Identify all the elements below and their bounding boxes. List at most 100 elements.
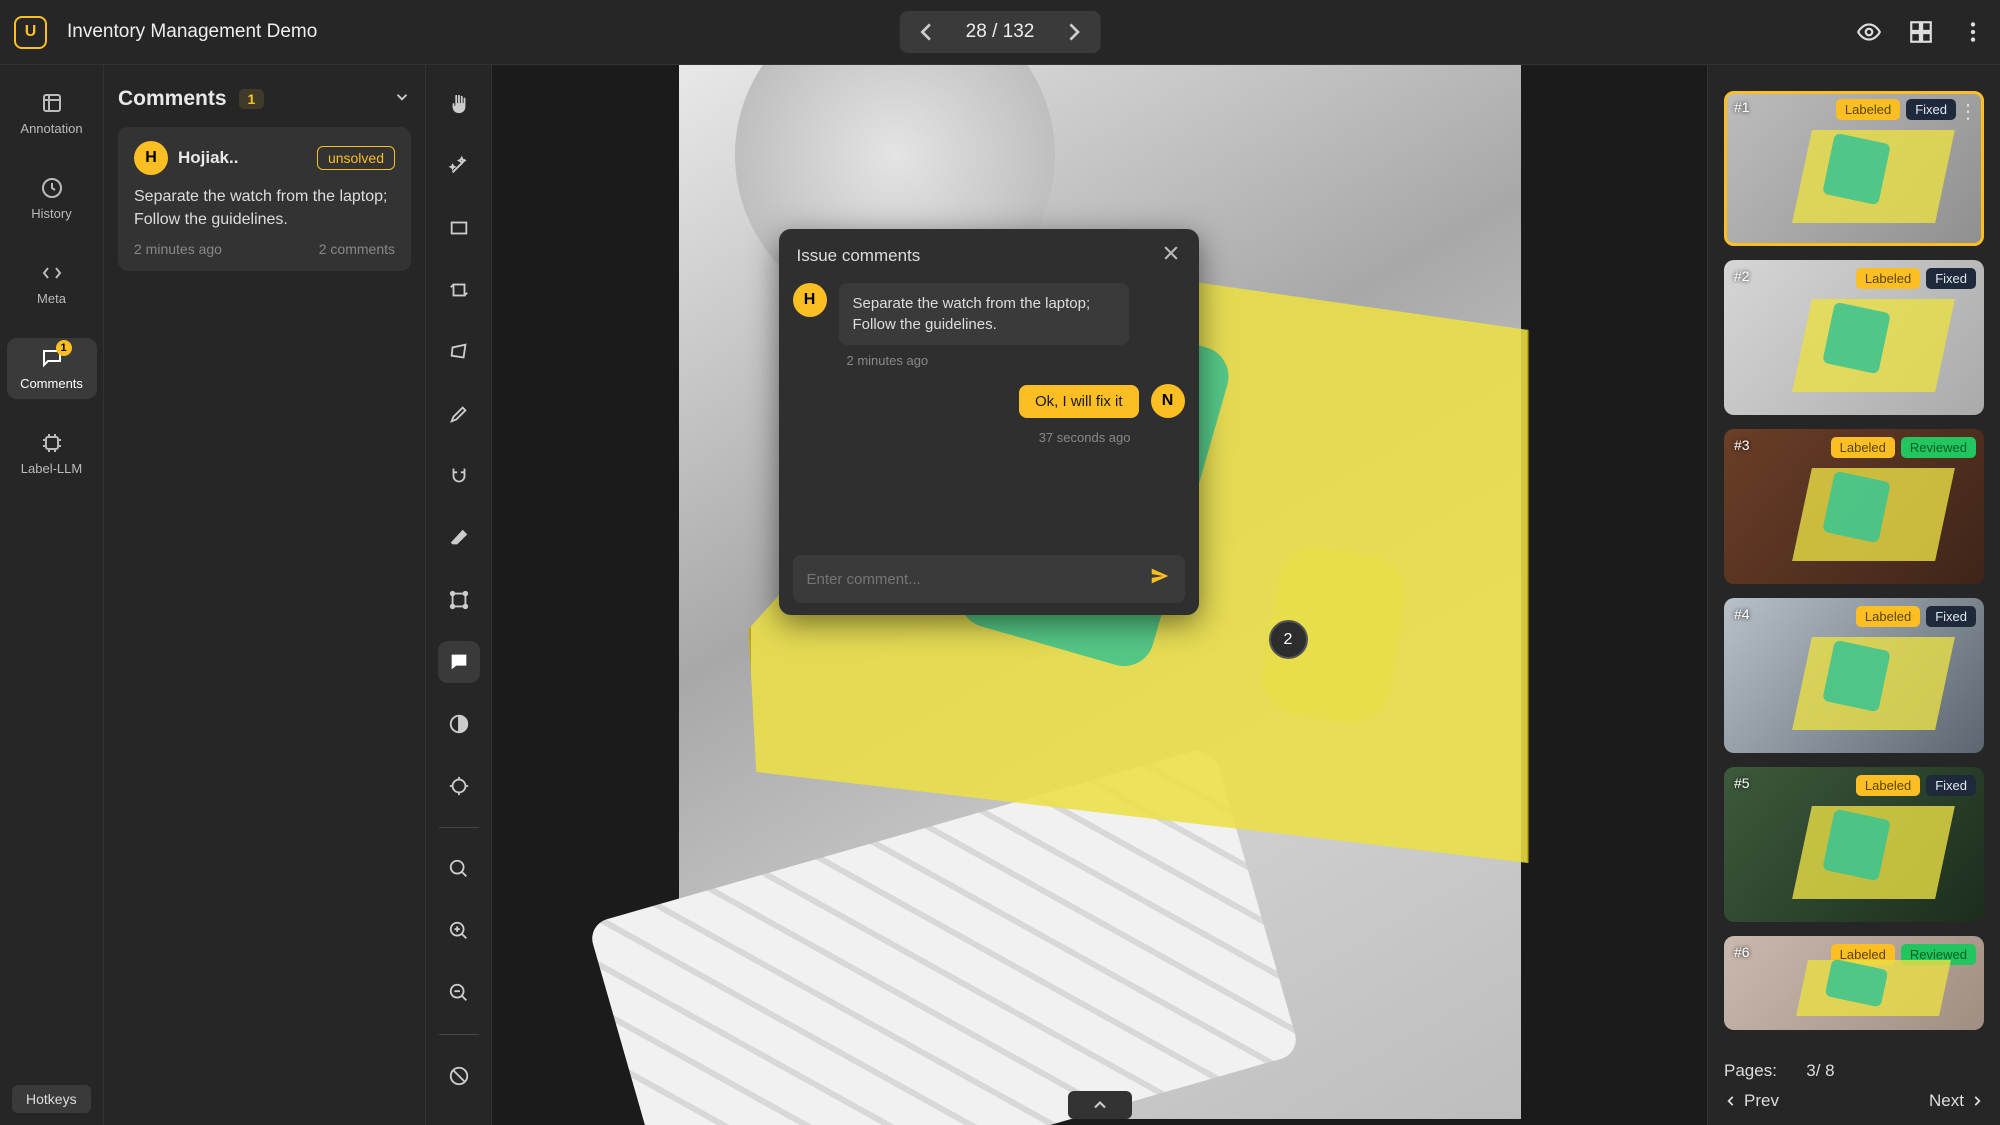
hotkeys-button[interactable]: Hotkeys — [12, 1085, 91, 1113]
zoom-in-icon[interactable] — [438, 910, 480, 952]
rect-tool-icon[interactable] — [438, 207, 480, 249]
issue-comment-input-wrap — [793, 555, 1185, 603]
annotated-image: 2 Issue comments H Separate the watch fr… — [679, 65, 1521, 1119]
nav-label-llm[interactable]: Label-LLM — [7, 423, 97, 484]
next-frame-button[interactable] — [1058, 17, 1088, 47]
thumbnail[interactable]: #5 LabeledFixed — [1724, 767, 1984, 922]
thumb-tags: Labeled Fixed — [1856, 606, 1976, 627]
thumbnail[interactable]: #6LabeledReviewed — [1724, 936, 1984, 1030]
divider — [439, 1034, 479, 1035]
comment-time: 2 minutes ago — [134, 241, 222, 257]
nav-comments[interactable]: 1 Comments — [7, 338, 97, 399]
history-icon — [40, 176, 64, 200]
prev-page-button[interactable]: Prev — [1724, 1091, 1779, 1111]
nav-annotation-label: Annotation — [20, 121, 82, 136]
comments-panel: Comments 1 H Hojiak.. unsolved Separate … — [104, 65, 426, 1125]
thumb-tags: LabeledFixed — [1836, 99, 1956, 120]
canvas-area[interactable]: 2 Issue comments H Separate the watch fr… — [492, 65, 1707, 1125]
comment-card[interactable]: H Hojiak.. unsolved Separate the watch f… — [118, 127, 411, 271]
topbar: U Inventory Management Demo 28 / 132 — [0, 0, 2000, 65]
issue-comment-input[interactable] — [807, 571, 1149, 588]
divider — [439, 827, 479, 828]
pages-label: Pages: — [1724, 1061, 1777, 1081]
status-badge: Fixed — [1926, 606, 1976, 627]
meta-icon — [40, 261, 64, 285]
comments-badge: 1 — [56, 340, 72, 356]
status-badge: unsolved — [317, 146, 395, 170]
kebab-icon[interactable]: ⋮ — [1958, 99, 1978, 124]
pages-value: 3/ 8 — [1806, 1061, 1834, 1081]
issue-popup-title: Issue comments — [797, 246, 921, 266]
thumbnail[interactable]: #4 Labeled Fixed — [1724, 598, 1984, 753]
polygon-tool-icon[interactable] — [438, 331, 480, 373]
wand-tool-icon[interactable] — [438, 145, 480, 187]
annotation-icon — [40, 91, 64, 115]
issue-marker[interactable]: 2 — [1269, 620, 1308, 659]
thumbnail[interactable]: #3 LabeledReviewed — [1724, 429, 1984, 584]
comment-user: Hojiak.. — [178, 148, 238, 168]
topbar-actions — [1856, 19, 1986, 45]
thumb-index: #3 — [1734, 437, 1750, 453]
nav-meta[interactable]: Meta — [7, 253, 97, 314]
send-icon[interactable] — [1149, 565, 1171, 593]
thumb-index: #4 — [1734, 606, 1750, 622]
crosshair-tool-icon[interactable] — [438, 765, 480, 807]
close-icon[interactable] — [1161, 243, 1181, 269]
thumb-index: #1 — [1734, 99, 1750, 115]
thumb-tags: LabeledReviewed — [1831, 437, 1976, 458]
nav-meta-label: Meta — [37, 291, 66, 306]
rotate-tool-icon[interactable] — [438, 269, 480, 311]
comments-icon: 1 — [40, 346, 64, 370]
comment-body: Separate the watch from the laptop; Foll… — [134, 185, 395, 231]
tool-rail — [426, 65, 492, 1125]
eraser-tool-icon[interactable] — [438, 517, 480, 559]
collapse-chevron-icon[interactable] — [1068, 1091, 1132, 1119]
next-label: Next — [1929, 1091, 1964, 1111]
project-title: Inventory Management Demo — [67, 21, 317, 43]
labeled-badge: Labeled — [1856, 268, 1920, 289]
thumbnail-panel: #1LabeledFixed⋮#2LabeledFixed#3LabeledRe… — [1707, 65, 2000, 1125]
issue-reply-time: 37 seconds ago — [793, 430, 1131, 445]
comment-tool-icon[interactable] — [438, 641, 480, 683]
thumb-tags: LabeledFixed — [1856, 775, 1976, 796]
hand-tool-icon[interactable] — [438, 83, 480, 125]
kebab-menu-icon[interactable] — [1960, 19, 1986, 45]
frame-counter: 28 / 132 — [952, 21, 1049, 43]
issue-reply: Ok, I will fix it N — [793, 384, 1185, 418]
issue-message-time: 2 minutes ago — [847, 353, 1185, 368]
prev-frame-button[interactable] — [912, 17, 942, 47]
nav-history-label: History — [31, 206, 71, 221]
comments-count-badge: 1 — [239, 89, 265, 109]
zoom-out-icon[interactable] — [438, 972, 480, 1014]
contrast-tool-icon[interactable] — [438, 703, 480, 745]
disable-tool-icon[interactable] — [438, 1055, 480, 1097]
app-logo: U — [14, 16, 47, 49]
body: Annotation History Meta 1 Comments L — [0, 65, 2000, 1125]
labeled-badge: Labeled — [1856, 606, 1920, 627]
thumb-index: #5 — [1734, 775, 1750, 791]
nav-label-llm-label: Label-LLM — [21, 461, 82, 476]
labeled-badge: Labeled — [1831, 437, 1895, 458]
comments-title: Comments — [118, 87, 227, 111]
nav-annotation[interactable]: Annotation — [7, 83, 97, 144]
issue-message-text: Separate the watch from the laptop; Foll… — [839, 283, 1129, 345]
grid-icon[interactable] — [1908, 19, 1934, 45]
thumbnail-list: #1LabeledFixed⋮#2LabeledFixed#3LabeledRe… — [1724, 91, 1984, 1030]
avatar: N — [1151, 384, 1185, 418]
magnet-tool-icon[interactable] — [438, 455, 480, 497]
thumbnail[interactable]: #2LabeledFixed — [1724, 260, 1984, 415]
prev-label: Prev — [1744, 1091, 1779, 1111]
visibility-icon[interactable] — [1856, 19, 1882, 45]
zoom-fit-icon[interactable] — [438, 848, 480, 890]
thumb-index: #6 — [1734, 944, 1750, 960]
comments-panel-header: Comments 1 — [118, 87, 411, 111]
thumbnail[interactable]: #1 LabeledFixed⋮ — [1724, 91, 1984, 246]
chip-icon — [40, 431, 64, 455]
nav-history[interactable]: History — [7, 168, 97, 229]
brush-tool-icon[interactable] — [438, 393, 480, 435]
chevron-down-icon[interactable] — [393, 88, 411, 111]
transform-tool-icon[interactable] — [438, 579, 480, 621]
status-badge: Fixed — [1926, 268, 1976, 289]
next-page-button[interactable]: Next — [1929, 1091, 1984, 1111]
labeled-badge: Labeled — [1856, 775, 1920, 796]
